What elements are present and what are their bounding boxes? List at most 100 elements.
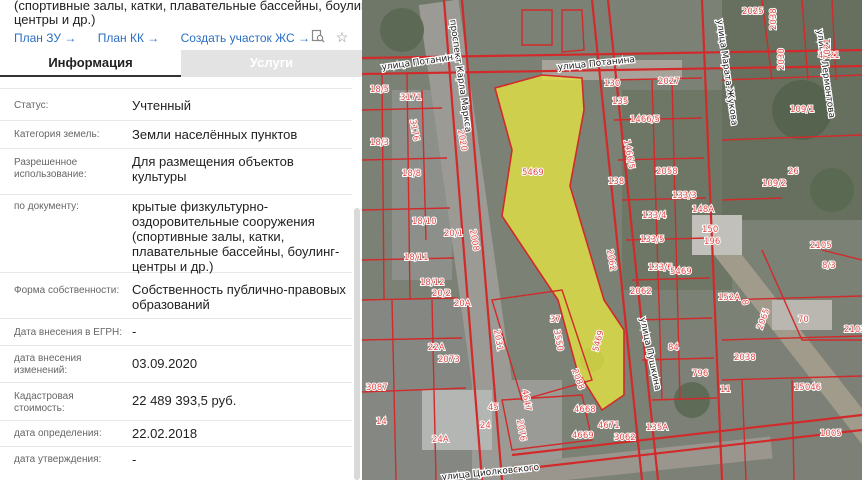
parcel-number: 796	[692, 369, 708, 379]
row-egrn-date: Дата внесения в ЕГРН: -	[0, 319, 352, 346]
arrow-right-icon: →	[64, 31, 77, 45]
tab-bar: Информация Услуги	[0, 50, 362, 77]
parcel-number: 148A	[692, 205, 714, 215]
label-by-document: по документу:	[14, 201, 79, 212]
value-status: Учтенный	[132, 98, 192, 113]
row-determination-date: дата определения: 22.02.2018	[0, 421, 352, 447]
parcel-number: 20/1	[444, 229, 463, 239]
parcel-number: 3062	[614, 433, 636, 443]
parcel-number: 2038	[769, 8, 779, 30]
parcel-number: 3087	[366, 383, 388, 393]
tool-icons: ☆	[310, 29, 350, 47]
parcel-number: 130	[604, 79, 620, 89]
parcel-number: 15046	[794, 383, 821, 393]
parcel-number: 2105	[810, 241, 832, 251]
description-continued-line2: центры и др.)	[14, 12, 96, 27]
parcel-number: 70	[798, 315, 809, 325]
value-permitted-use: Для размещения объектов культуры	[132, 154, 294, 184]
map-canvas[interactable]: улица Потанина улица Потанина проспект К…	[362, 0, 862, 480]
label-cadastral-value: Кадастровая стоимость:	[14, 391, 74, 414]
parcel-number: 18/11	[404, 253, 429, 263]
label-change-date: дата внесения изменений:	[14, 353, 82, 376]
parcel-number: 133/6	[648, 263, 673, 273]
parcel-number: 2025	[742, 7, 764, 17]
link-bar: План ЗУ → План КК → Создать участок ЖС →	[14, 31, 328, 47]
parcel-number: 37	[550, 315, 561, 325]
parcel-number: 2027	[658, 77, 680, 87]
value-egrn-date: -	[132, 324, 137, 339]
parcel-number: 138	[608, 177, 624, 187]
parcel-number: 18/3	[370, 138, 389, 148]
search-doc-icon[interactable]	[310, 29, 326, 47]
value-ownership: Собственность публично-правовых образова…	[132, 282, 346, 312]
parcel-number: 109/2	[762, 179, 787, 189]
arrow-right-icon: →	[298, 31, 311, 45]
parcel-number: 2073	[438, 355, 460, 365]
parcel-number: 4668	[574, 405, 596, 415]
row-ownership: Форма собственности: Собственность публи…	[0, 273, 352, 319]
parcel-number: 135A	[646, 423, 668, 433]
star-icon[interactable]: ☆	[334, 29, 350, 47]
create-parcel-link[interactable]: Создать участок ЖС →	[181, 31, 310, 45]
value-by-document: крытые физкультурно-оздоровительные соор…	[132, 199, 340, 274]
parcel-number: 1005	[820, 429, 842, 439]
parcel-number: 2030	[777, 48, 787, 70]
parcel-number: 3171	[400, 93, 422, 103]
parcel-number: 2058	[656, 167, 678, 177]
value-cadastral-value: 22 489 393,5 руб.	[132, 393, 237, 408]
parcel-number: 18/10	[412, 217, 437, 227]
parcel-number: 11	[720, 385, 731, 395]
cadastral-map[interactable]: улица Потанина улица Потанина проспект К…	[362, 0, 862, 480]
arrow-right-icon: →	[147, 31, 160, 45]
label-determination-date: дата определения:	[14, 428, 102, 439]
parcel-number: 4671	[598, 421, 620, 431]
parcel-number: 20/2	[432, 289, 451, 299]
plan-kk-link[interactable]: План КК →	[98, 31, 160, 45]
info-panel: Площадь уточненная: 35 550 кв. м Статус:…	[0, 0, 362, 480]
parcel-number: 45	[488, 403, 499, 413]
label-approval-date: дата утверждения:	[14, 454, 102, 465]
parcel-number: 22A	[428, 343, 445, 353]
plan-kk-label: План КК	[97, 31, 144, 45]
parcel-number: 18/12	[420, 278, 445, 288]
parcel-number: 133/4	[642, 211, 667, 221]
label-land-category: Категория земель:	[14, 129, 100, 140]
parcel-number: 152A	[718, 293, 740, 303]
parcel-number: 20A	[454, 299, 471, 309]
panel-scrollbar[interactable]	[354, 208, 360, 480]
parcel-number: 18/8	[402, 169, 421, 179]
parcel-number: 84	[668, 343, 679, 353]
parcel-number: 8/3	[822, 261, 836, 271]
parcel-number: 18/5	[370, 85, 389, 95]
label-permitted-use: Разрешенное использование:	[14, 157, 87, 180]
value-approval-date: -	[132, 452, 137, 467]
plan-zu-link[interactable]: План ЗУ →	[14, 31, 76, 45]
parcel-number: 14	[376, 417, 387, 427]
parcel-number: 133/5	[640, 235, 665, 245]
row-cadastral-value: Кадастровая стоимость: 22 489 393,5 руб.	[0, 383, 352, 421]
parcel-number: 135	[612, 97, 628, 107]
value-land-category: Земли населённых пунктов	[132, 127, 298, 142]
parcel-number: 5469	[522, 168, 544, 178]
plan-zu-label: План ЗУ	[14, 31, 61, 45]
value-determination-date: 22.02.2018	[132, 426, 198, 441]
label-ownership: Форма собственности:	[14, 285, 120, 296]
panel-header: (спортивные залы, катки, плавательные ба…	[0, 0, 362, 50]
parcel-number: 5469	[670, 267, 692, 277]
create-parcel-label: Создать участок ЖС	[180, 31, 295, 45]
parcel-number: 4669	[572, 431, 594, 441]
row-status: Статус: Учтенный	[0, 89, 352, 121]
tab-information[interactable]: Информация	[0, 50, 181, 77]
parcel-number: 2103	[844, 325, 862, 335]
row-by-document: по документу: крытые физкультурно-оздоро…	[0, 195, 352, 274]
parcel-number: 133/3	[672, 191, 697, 201]
row-permitted-use: Разрешенное использование: Для размещени…	[0, 149, 352, 195]
parcel-number: 24A	[432, 435, 449, 445]
row-change-date: дата внесения изменений: 03.09.2020	[0, 346, 352, 383]
row-land-category: Категория земель: Земли населённых пункт…	[0, 121, 352, 149]
parcel-number: 150	[702, 225, 718, 235]
tab-services[interactable]: Услуги	[181, 50, 362, 77]
label-status: Статус:	[14, 100, 49, 111]
parcel-number: 1466/5	[630, 115, 660, 125]
parcel-number: 196	[704, 237, 720, 247]
